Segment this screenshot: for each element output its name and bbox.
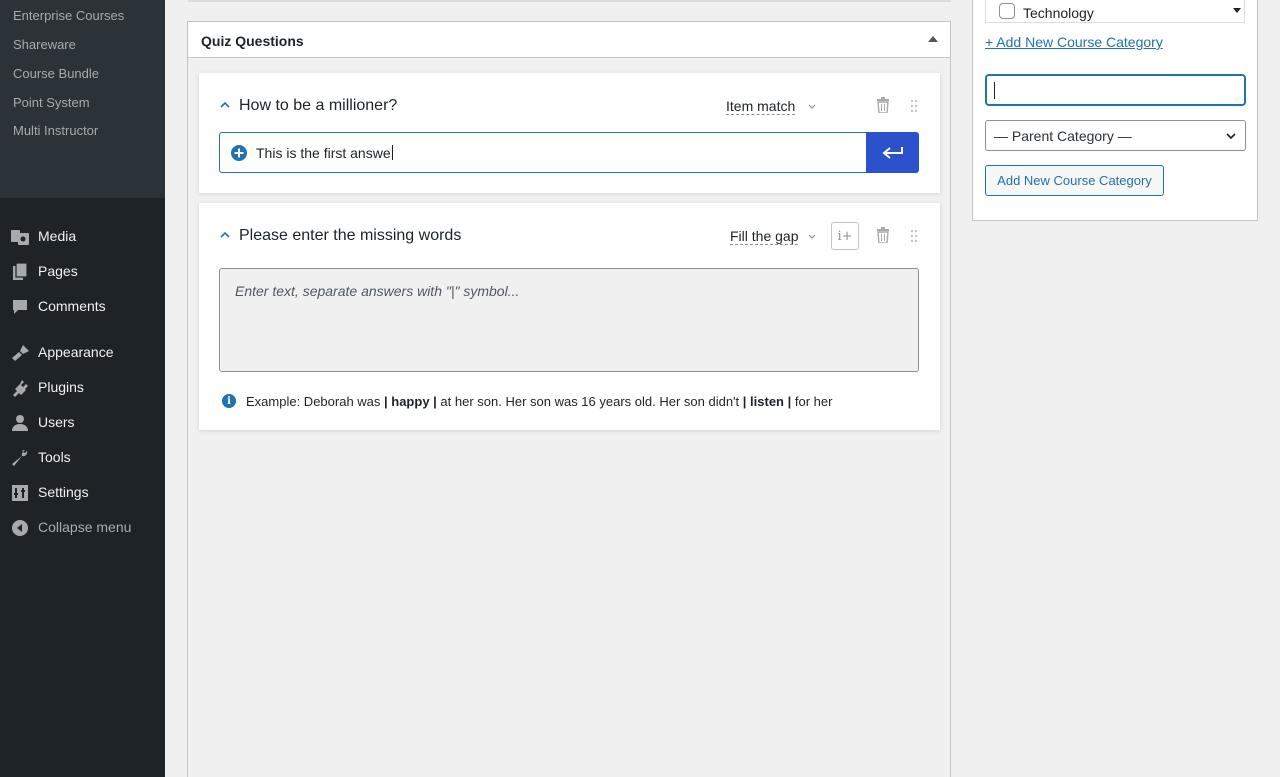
text-cursor xyxy=(994,82,995,99)
sidebar-item-label: Pages xyxy=(38,263,78,279)
new-category-input[interactable] xyxy=(985,74,1246,106)
add-new-category-link[interactable]: + Add New Course Category xyxy=(985,34,1163,50)
drag-handle-icon[interactable] xyxy=(910,229,918,243)
question-card: Please enter the missing words Fill the … xyxy=(199,203,940,430)
example-hint: i Example: Deborah was | happy | at her … xyxy=(222,393,832,409)
add-answer-button[interactable] xyxy=(866,132,919,173)
question-type-select[interactable]: Fill the gap xyxy=(730,228,799,245)
trash-icon[interactable] xyxy=(876,227,890,243)
appearance-icon xyxy=(10,344,30,362)
submenu: Enterprise Courses Shareware Course Bund… xyxy=(0,0,165,198)
add-circle-icon xyxy=(231,145,247,161)
example-text: Example: Deborah was | happy | at her so… xyxy=(246,393,833,409)
panel-header[interactable]: Quiz Questions xyxy=(188,22,950,58)
sidebar-item-users[interactable]: Users xyxy=(0,407,165,437)
sidebar-item-label: Tools xyxy=(38,449,71,465)
category-checkbox[interactable] xyxy=(999,3,1015,19)
sidebar-item-appearance[interactable]: Appearance xyxy=(0,337,165,367)
submenu-item-shareware[interactable]: Shareware xyxy=(13,37,76,52)
parent-category-selected: — Parent Category — xyxy=(994,128,1132,144)
plugins-icon xyxy=(10,379,30,397)
sidebar-item-settings[interactable]: Settings xyxy=(0,477,165,507)
collapse-menu-button[interactable]: Collapse menu xyxy=(0,512,165,542)
pages-icon xyxy=(10,263,30,281)
category-list: Technology xyxy=(985,0,1245,23)
add-hint-button[interactable]: i+ xyxy=(831,222,859,250)
trash-icon[interactable] xyxy=(876,97,890,113)
submenu-item-point-system[interactable]: Point System xyxy=(13,95,90,110)
submenu-item-enterprise-courses[interactable]: Enterprise Courses xyxy=(13,8,124,23)
sidebar-item-label: Users xyxy=(38,414,75,430)
enter-arrow-icon xyxy=(881,146,903,159)
question-title[interactable]: How to be a millioner? xyxy=(239,97,397,115)
drag-handle-icon[interactable] xyxy=(910,99,918,113)
sidebar-item-label: Media xyxy=(38,228,77,244)
parent-category-select[interactable]: — Parent Category — xyxy=(985,120,1246,151)
sidebar-item-media[interactable]: Media xyxy=(0,221,165,251)
sidebar-item-label: Plugins xyxy=(38,379,84,395)
comments-icon xyxy=(10,298,30,316)
collapse-icon xyxy=(10,519,30,537)
tools-icon xyxy=(10,449,30,467)
question-title[interactable]: Please enter the missing words xyxy=(239,227,461,245)
users-icon xyxy=(10,414,30,432)
course-categories-panel: Technology + Add New Course Category — P… xyxy=(972,0,1258,221)
admin-sidebar: Enterprise Courses Shareware Course Bund… xyxy=(0,0,165,777)
category-label[interactable]: Technology xyxy=(1023,5,1094,21)
answer-input[interactable]: This is the first answe xyxy=(219,132,866,173)
textarea-placeholder: Enter text, separate answers with "|" sy… xyxy=(235,283,520,299)
divider xyxy=(188,0,951,2)
info-icon: i xyxy=(222,394,236,408)
sidebar-item-pages[interactable]: Pages xyxy=(0,256,165,286)
panel-title: Quiz Questions xyxy=(201,33,304,49)
sidebar-item-label: Collapse menu xyxy=(38,519,132,535)
chevron-down-icon[interactable] xyxy=(807,231,817,241)
answer-input-value: This is the first answe xyxy=(256,145,391,161)
chevron-up-icon[interactable] xyxy=(219,229,231,241)
sidebar-item-label: Settings xyxy=(38,484,89,500)
sidebar-item-tools[interactable]: Tools xyxy=(0,442,165,472)
scroll-down-icon[interactable] xyxy=(1233,8,1241,13)
fill-gap-textarea[interactable]: Enter text, separate answers with "|" sy… xyxy=(219,268,919,372)
submenu-item-course-bundle[interactable]: Course Bundle xyxy=(13,66,99,81)
chevron-down-icon xyxy=(1226,133,1236,140)
add-new-category-button[interactable]: Add New Course Category xyxy=(985,165,1164,196)
quiz-questions-panel: Quiz Questions How to be a millioner? It… xyxy=(187,21,951,777)
sidebar-item-label: Appearance xyxy=(38,344,114,360)
sidebar-item-label: Comments xyxy=(38,298,106,314)
chevron-up-icon[interactable] xyxy=(219,99,231,111)
settings-icon xyxy=(10,484,30,502)
question-card: How to be a millioner? Item match This i… xyxy=(199,73,940,193)
sidebar-item-plugins[interactable]: Plugins xyxy=(0,372,165,402)
chevron-down-icon[interactable] xyxy=(807,101,817,111)
submenu-item-multi-instructor[interactable]: Multi Instructor xyxy=(13,123,98,138)
media-icon xyxy=(10,228,30,246)
sidebar-item-comments[interactable]: Comments xyxy=(0,291,165,321)
collapse-toggle-icon[interactable] xyxy=(928,36,938,42)
question-type-select[interactable]: Item match xyxy=(726,98,796,115)
